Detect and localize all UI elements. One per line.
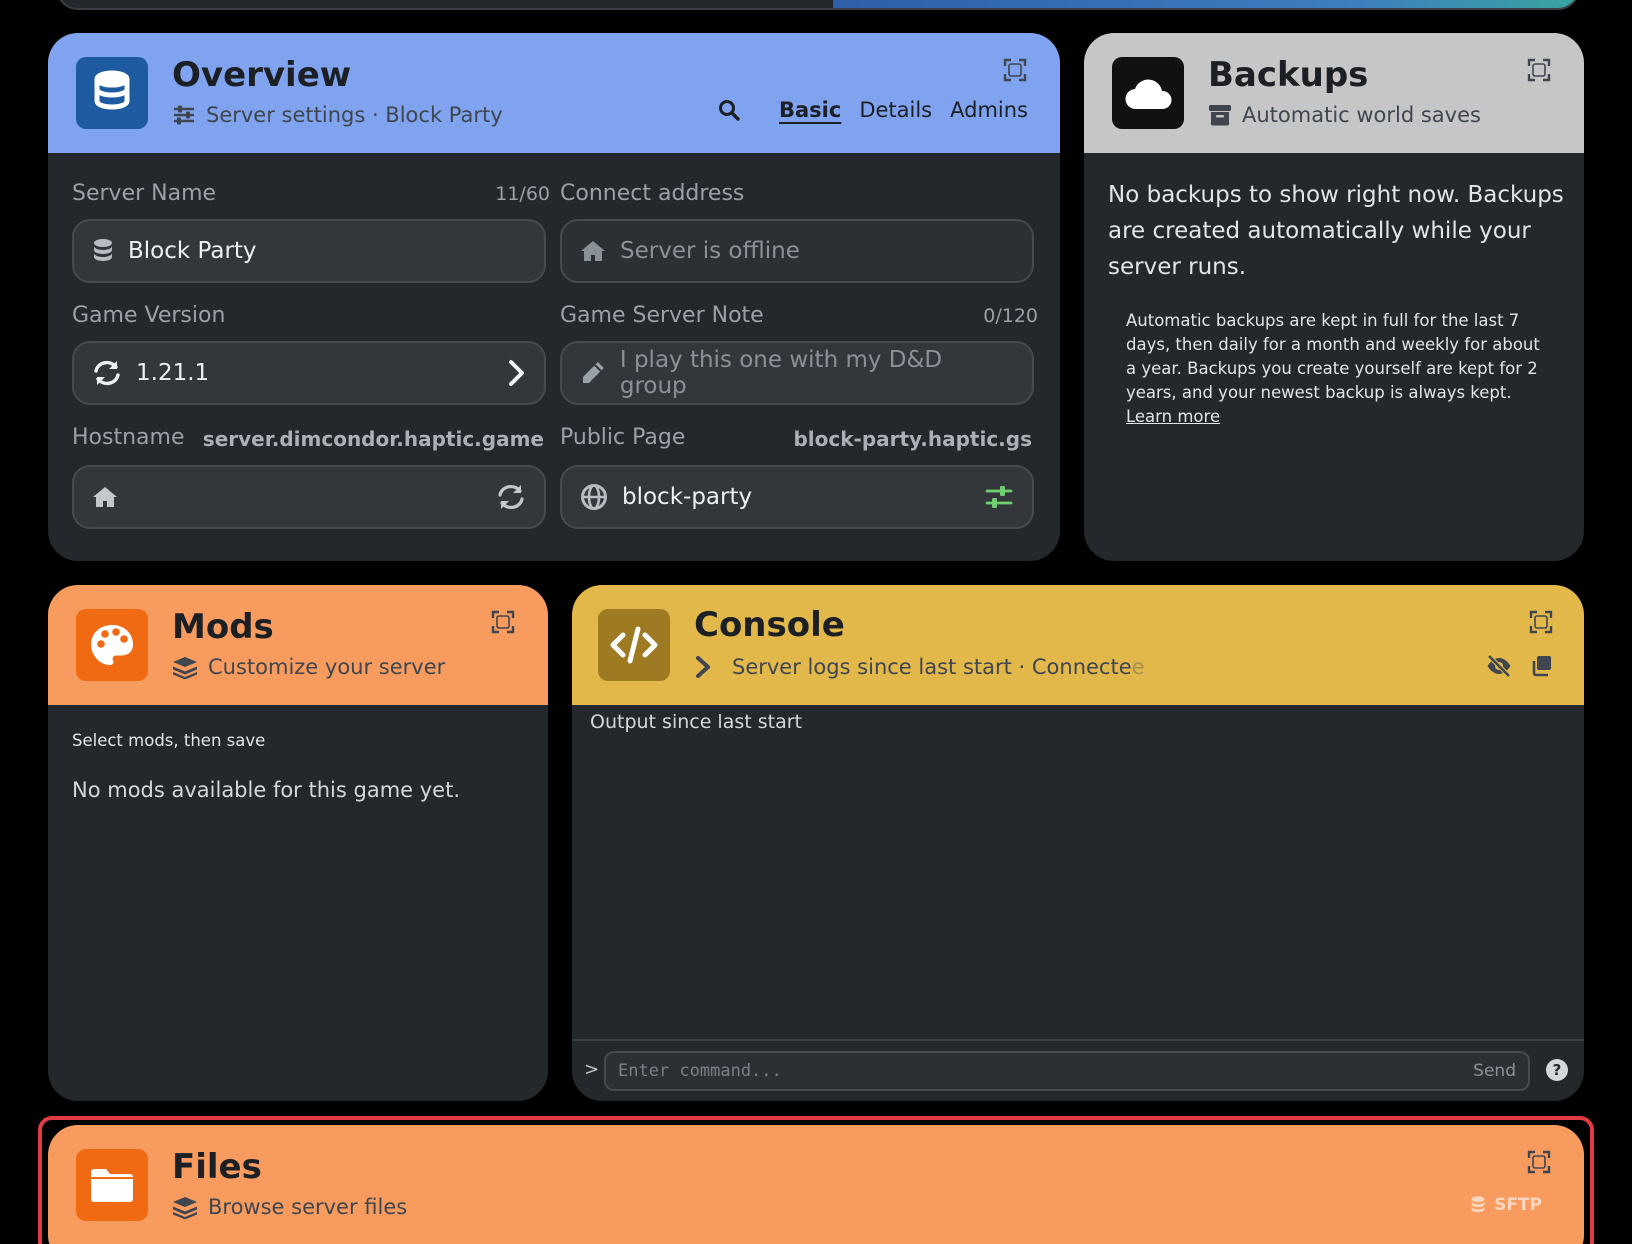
backups-header: Backups Automatic world saves: [1084, 33, 1584, 153]
top-progress-fill: [833, 0, 1578, 8]
database-icon: [1471, 1196, 1485, 1213]
server-name-input[interactable]: Block Party: [72, 219, 546, 283]
backups-card: Backups Automatic world saves No backups…: [1084, 33, 1584, 561]
refresh-icon: [94, 360, 120, 386]
game-version-select[interactable]: 1.21.1: [72, 341, 546, 405]
sliders-icon: [174, 105, 194, 125]
mods-instruction: Select mods, then save: [72, 731, 266, 750]
public-page-value: block-party: [622, 484, 753, 510]
files-subtitle-text: Browse server files: [208, 1195, 408, 1219]
backups-policy: Automatic backups are kept in full for t…: [1126, 311, 1540, 402]
connect-address-value: Server is offline: [620, 238, 800, 264]
overview-subtitle: Server settings · Block Party: [172, 103, 503, 127]
console-output-area: [572, 745, 1584, 1027]
mods-card: Mods Customize your server Select mods, …: [48, 585, 548, 1101]
backups-policy-text: Automatic backups are kept in full for t…: [1126, 309, 1550, 429]
console-divider: [572, 1039, 1584, 1041]
console-output-label: Output since last start: [590, 711, 802, 733]
mods-empty-message: No mods available for this game yet.: [72, 778, 460, 802]
tab-admins[interactable]: Admins: [950, 98, 1028, 122]
layers-icon: [173, 657, 197, 679]
chevron-right-icon: [509, 360, 524, 386]
backups-title: Backups: [1208, 55, 1369, 95]
mods-header: Mods Customize your server: [48, 585, 548, 705]
hostname-input[interactable]: [72, 465, 546, 529]
send-button[interactable]: Send: [1473, 1061, 1516, 1081]
backups-subtitle-text: Automatic world saves: [1242, 103, 1481, 127]
tab-basic[interactable]: Basic: [779, 98, 841, 122]
hostname-domain: server.dimcondor.haptic.game: [202, 427, 544, 451]
folder-icon: [76, 1149, 148, 1221]
overview-expand-icon[interactable]: [1002, 57, 1028, 83]
game-version-value: 1.21.1: [136, 360, 210, 386]
layers-icon: [173, 1197, 197, 1219]
home-icon: [581, 241, 605, 261]
public-page-label: Public Page: [560, 425, 686, 450]
backups-empty-message: No backups to show right now. Backups ar…: [1108, 182, 1564, 280]
console-expand-icon[interactable]: [1528, 609, 1554, 635]
files-title: Files: [172, 1147, 262, 1187]
palette-icon: [76, 609, 148, 681]
sliders-settings-icon[interactable]: [984, 483, 1014, 511]
console-title: Console: [694, 605, 845, 645]
chevron-right-icon: [696, 656, 710, 678]
overview-subtitle-text: Server settings · Block Party: [206, 103, 503, 127]
console-header: Console Server logs since last start · C…: [572, 585, 1584, 705]
server-note-label: Game Server Note: [560, 303, 764, 328]
server-database-icon: [76, 57, 148, 129]
public-page-input[interactable]: block-party: [560, 465, 1034, 529]
eye-slash-icon[interactable]: [1486, 653, 1512, 679]
connect-address-label: Connect address: [560, 181, 745, 206]
console-card: Console Server logs since last start · C…: [572, 585, 1584, 1101]
pencil-icon: [582, 362, 604, 383]
console-command-input[interactable]: Enter command... Send: [604, 1051, 1530, 1091]
files-subtitle: Browse server files: [172, 1195, 407, 1219]
mods-title: Mods: [172, 607, 274, 647]
hostname-label: Hostname: [72, 425, 185, 450]
game-version-label: Game Version: [72, 303, 226, 328]
top-progress-bar: [56, 0, 1580, 10]
learn-more-link[interactable]: Learn more: [1126, 407, 1220, 426]
server-name-label: Server Name: [72, 181, 217, 206]
mods-subtitle: Customize your server: [172, 655, 445, 679]
console-subtitle: Server logs since last start · Connecte e: [694, 655, 1145, 679]
mods-expand-icon[interactable]: [490, 609, 516, 635]
overview-card: Overview Server settings · Block Party B…: [48, 33, 1060, 561]
console-subtitle-text: Server logs since last start · Connecte: [732, 655, 1132, 679]
home-icon: [93, 487, 117, 507]
files-header: Files Browse server files SFTP: [48, 1125, 1584, 1244]
console-subtitle-fade: e: [1131, 655, 1145, 679]
console-prompt: >: [584, 1059, 600, 1080]
files-expand-icon[interactable]: [1526, 1149, 1552, 1175]
search-icon[interactable]: [717, 98, 741, 122]
help-icon[interactable]: ?: [1546, 1059, 1568, 1081]
sftp-button[interactable]: SFTP: [1470, 1195, 1542, 1215]
mods-subtitle-text: Customize your server: [208, 655, 446, 679]
backups-subtitle: Automatic world saves: [1208, 103, 1481, 127]
overview-title: Overview: [172, 55, 352, 95]
tab-details[interactable]: Details: [859, 98, 932, 122]
overview-header: Overview Server settings · Block Party B…: [48, 33, 1060, 153]
connect-address-input[interactable]: Server is offline: [560, 219, 1034, 283]
database-icon: [94, 239, 112, 261]
server-note-counter: 0/120: [983, 305, 1038, 327]
server-name-counter: 11/60: [495, 183, 550, 205]
overview-tabs: Basic Details Admins: [717, 98, 1028, 122]
server-note-value: I play this one with my D&D group: [619, 347, 943, 399]
files-card[interactable]: Files Browse server files SFTP: [48, 1125, 1584, 1244]
console-command-placeholder: Enter command...: [618, 1061, 782, 1081]
sftp-label: SFTP: [1494, 1195, 1542, 1215]
server-name-value: Block Party: [128, 238, 257, 264]
code-icon: [598, 609, 670, 681]
regenerate-icon[interactable]: [496, 483, 526, 511]
public-page-domain: block-party.haptic.gs: [793, 427, 1032, 451]
server-note-input[interactable]: I play this one with my D&D group: [560, 341, 1034, 405]
archive-box-icon: [1209, 105, 1231, 126]
cloud-icon: [1112, 57, 1184, 129]
copy-icon[interactable]: [1528, 653, 1554, 679]
globe-icon: [581, 484, 607, 510]
backups-expand-icon[interactable]: [1526, 57, 1552, 83]
